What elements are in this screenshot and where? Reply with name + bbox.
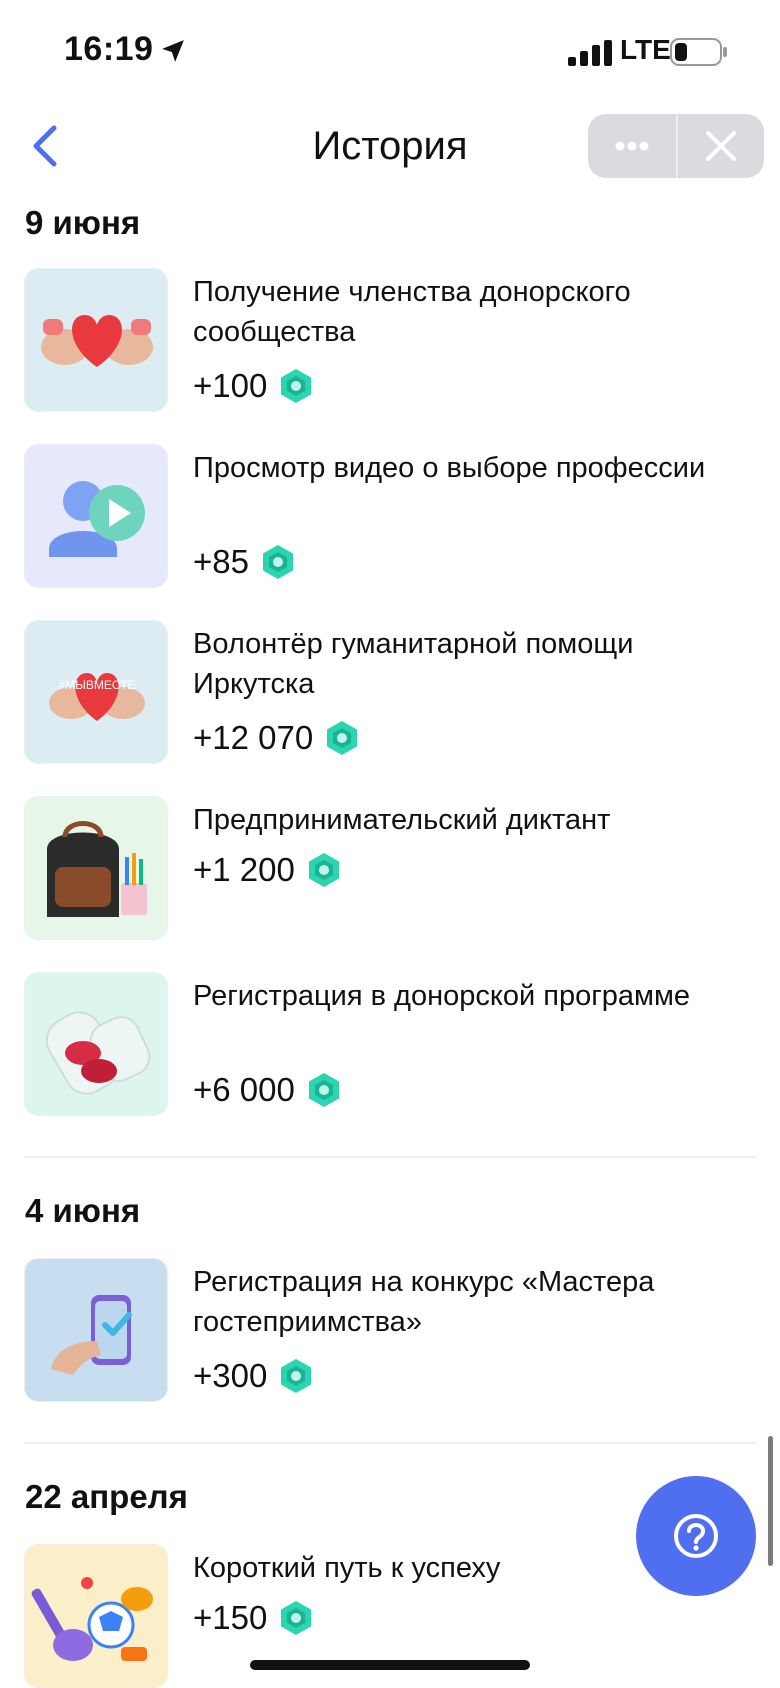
points-value: +1 200 [193,851,295,888]
help-button[interactable] [636,1476,756,1596]
item-title: Регистрация в донорской программе [193,980,691,1012]
item-title: Предпринимательский диктант [193,804,611,836]
item-image [24,796,168,940]
item-image [24,268,168,412]
item-title: Просмотр видео о выборе профессии [193,452,706,484]
item-points: +85 [193,542,297,582]
item-image [24,444,168,588]
location-arrow-icon [162,40,184,62]
section-divider [24,1156,756,1158]
history-item[interactable]: Регистрация на конкурс «Мастера гостепри… [24,1258,744,1402]
history-item[interactable]: Получение членства донорского сообщества… [24,268,744,412]
item-image [24,972,168,1116]
item-points: +150 [193,1598,315,1638]
points-value: +85 [193,543,249,580]
section-date: 4 июня [25,1192,141,1229]
item-points: +6 000 [193,1070,343,1110]
history-item[interactable]: #МЫВМЕСТЕ Волонтёр гуманитарной помощи И… [24,620,744,764]
points-value: +12 070 [193,719,314,756]
more-dots-icon [615,141,649,151]
history-item[interactable]: Просмотр видео о выборе профессии +85 [24,444,744,588]
item-image [24,1544,168,1688]
close-icon [706,131,736,161]
coin-icon [308,853,339,887]
coin-icon [281,1601,312,1635]
item-title: Получение членства донорского сообщества [193,276,631,348]
item-points: +100 [193,366,315,406]
thumb-hashtag: #МЫВМЕСТЕ [59,678,136,692]
coin-icon [262,545,293,579]
item-image: #МЫВМЕСТЕ [24,620,168,764]
scrollbar[interactable] [768,1436,773,1566]
points-value: +6 000 [193,1071,295,1108]
points-value: +300 [193,1357,268,1394]
section-divider [24,1442,756,1444]
history-item[interactable]: Регистрация в донорской программе +6 000 [24,972,744,1116]
history-item[interactable]: Предпринимательский диктант +1 200 [24,796,744,940]
status-bar: 16:19 LTE [0,0,780,100]
item-points: +300 [193,1356,315,1396]
section-date: 9 июня [25,204,141,241]
question-icon [674,1514,718,1558]
item-image [24,1258,168,1402]
item-points: +1 200 [193,850,343,890]
network-type: LTE [620,34,671,65]
battery-icon [670,38,727,66]
coin-icon [281,369,312,403]
coin-icon [308,1073,339,1107]
points-value: +150 [193,1599,268,1636]
points-value: +100 [193,367,268,404]
status-time: 16:19 [64,30,154,68]
mini-app-capsule [588,114,764,178]
coin-icon [281,1359,312,1393]
item-title: Регистрация на конкурс «Мастера гостепри… [193,1266,655,1338]
more-button[interactable] [588,114,676,178]
coin-icon [327,721,358,755]
signal-icon [568,40,612,66]
home-indicator [250,1660,530,1670]
section-date: 22 апреля [25,1478,188,1515]
item-points: +12 070 [193,718,361,758]
item-title: Волонтёр гуманитарной помощи Иркутска [193,628,634,700]
close-button[interactable] [678,114,764,178]
